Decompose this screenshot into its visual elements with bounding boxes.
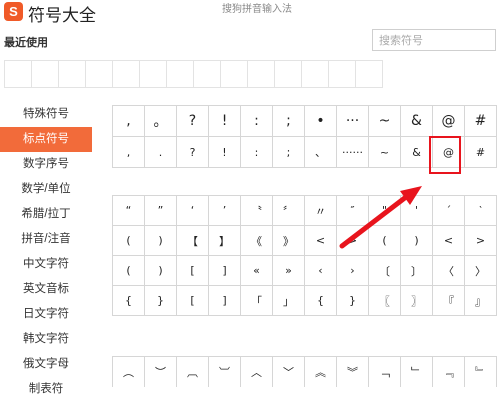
annotation-arrow-icon: [339, 186, 422, 249]
